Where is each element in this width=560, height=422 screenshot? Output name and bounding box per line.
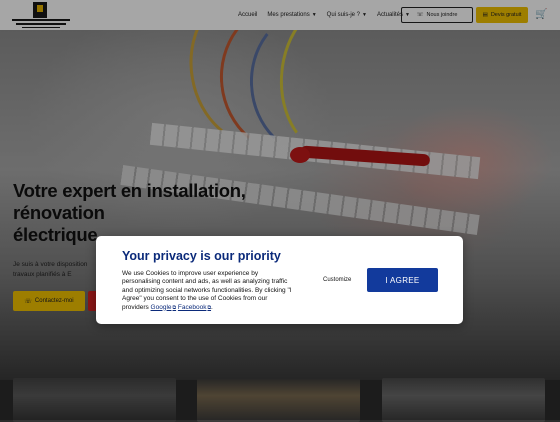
dialog-body: We use Cookies to improve user experienc… bbox=[122, 270, 292, 311]
external-link-icon: ⧉ bbox=[172, 304, 177, 311]
agree-button[interactable]: I AGREE bbox=[367, 268, 438, 292]
modal-backdrop bbox=[0, 0, 560, 420]
privacy-consent-dialog: Your privacy is our priority We use Cook… bbox=[96, 236, 463, 324]
dialog-title: Your privacy is our priority bbox=[122, 249, 281, 263]
customize-button[interactable]: Customize bbox=[323, 277, 351, 283]
google-link[interactable]: Google⧉ bbox=[151, 304, 177, 311]
facebook-link[interactable]: Facebook⧉ bbox=[178, 304, 211, 311]
